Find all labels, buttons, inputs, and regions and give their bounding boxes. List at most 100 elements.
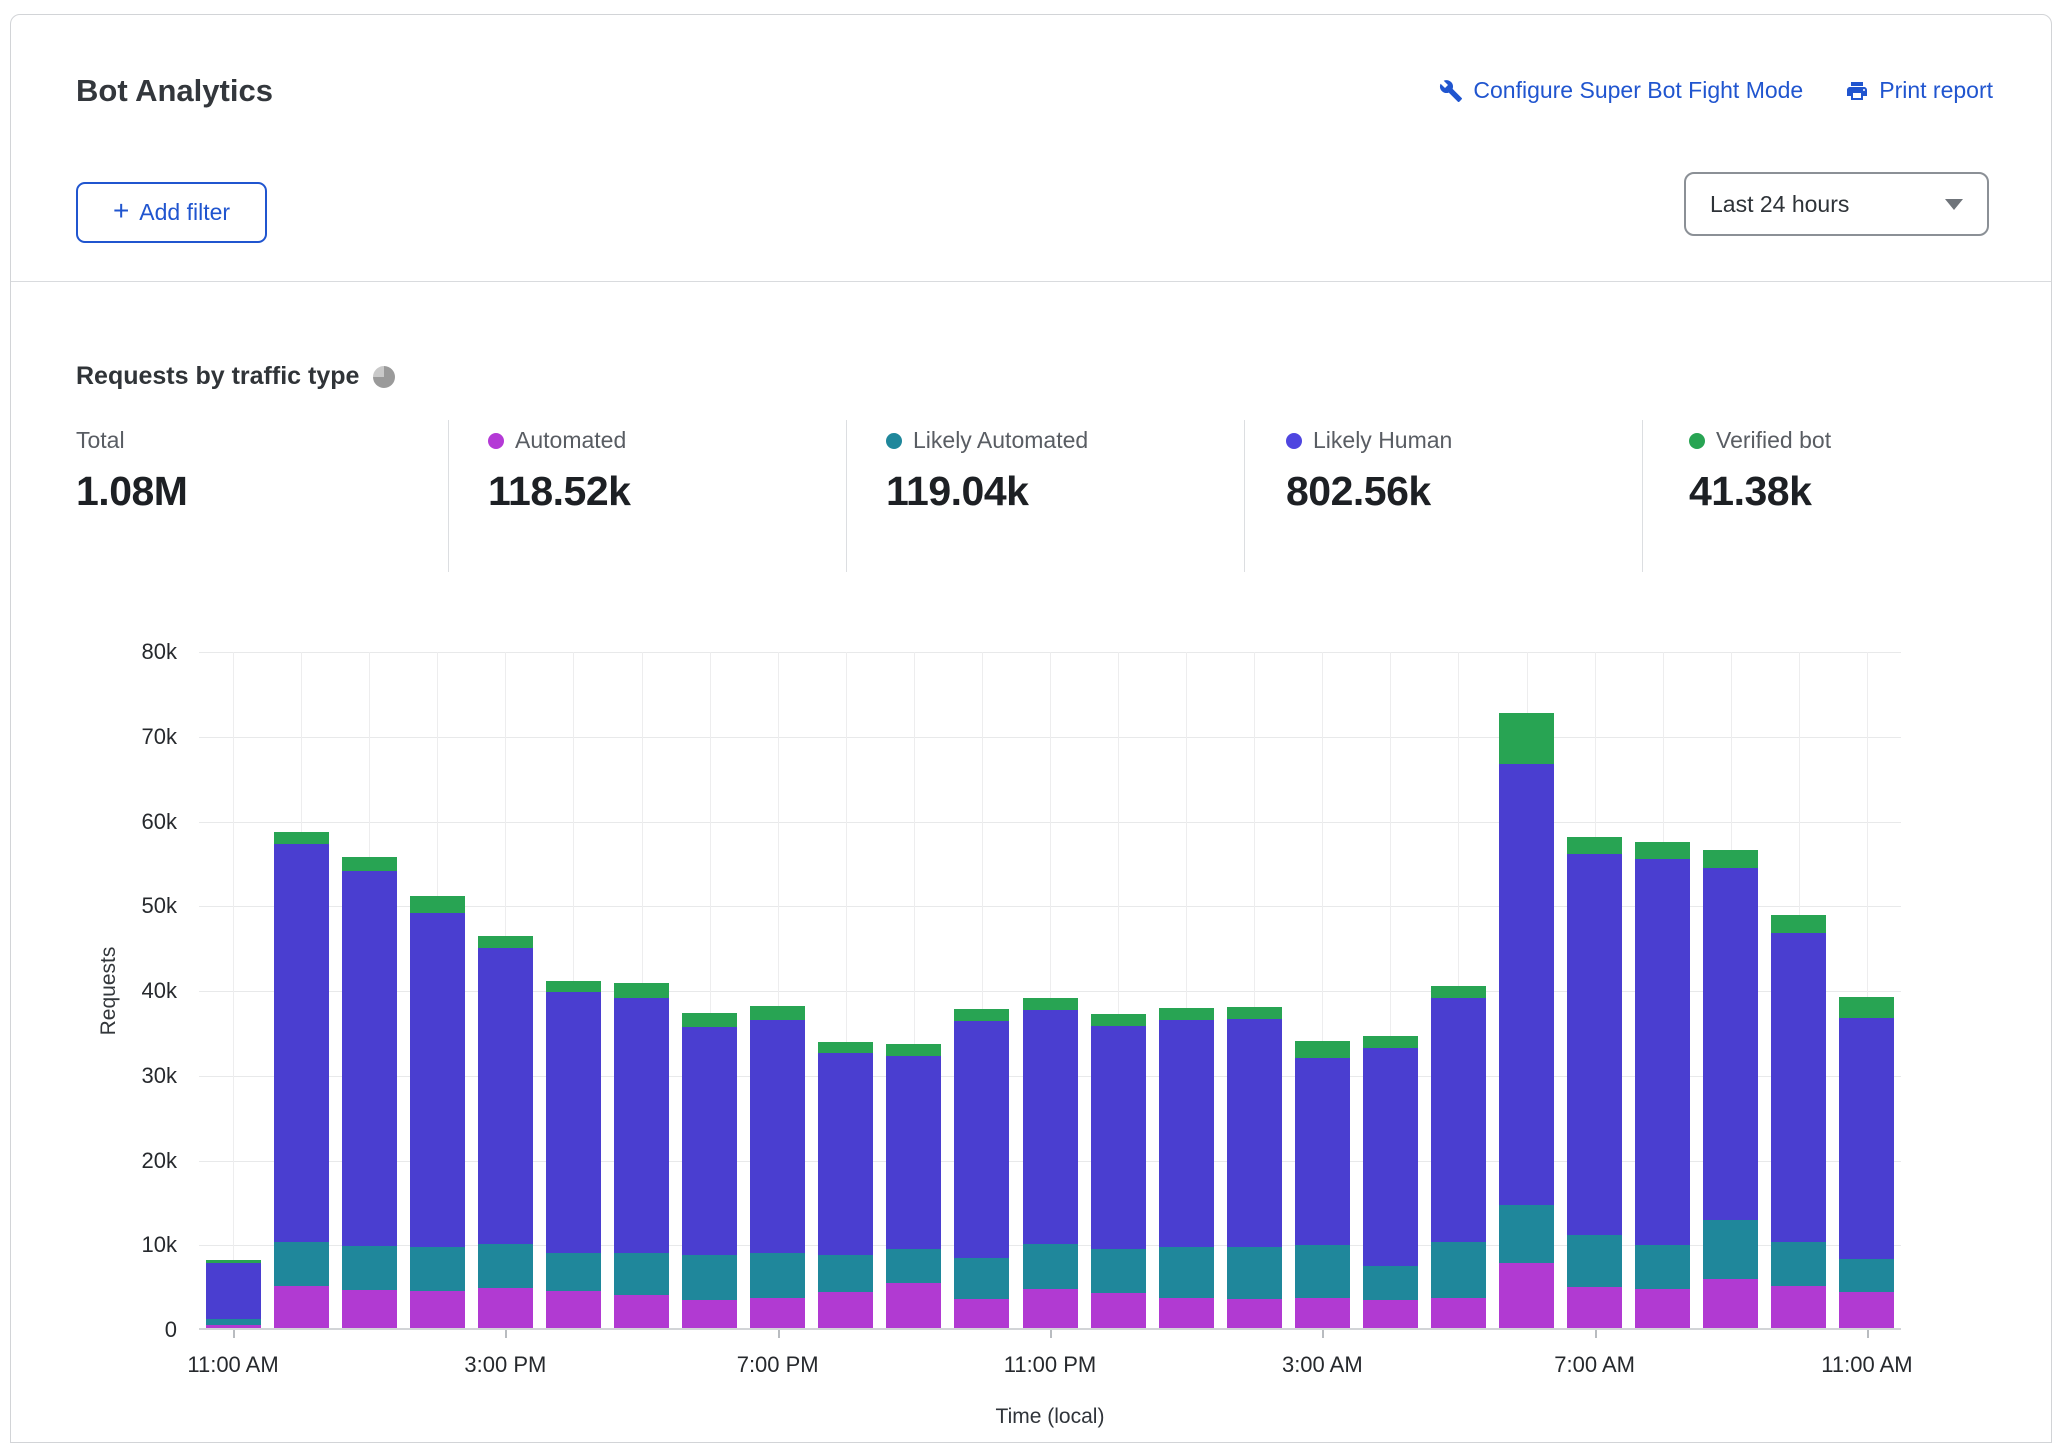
header-divider (11, 281, 2051, 282)
page-title: Bot Analytics (76, 73, 273, 108)
bar-segment-automated (1090, 1293, 1146, 1328)
bar-segment-likely-automated (1090, 1249, 1146, 1294)
bar-segment-automated (682, 1300, 738, 1328)
bar-segment-verified-bot (1294, 1040, 1350, 1058)
legend-dot-likely-automated (886, 432, 902, 449)
configure-super-bot-fight-mode-link[interactable]: Configure Super Bot Fight Mode (1439, 77, 1803, 104)
bar-segment-likely-automated (1703, 1220, 1759, 1279)
bar-segment-likely-automated (409, 1246, 465, 1291)
printer-icon (1845, 79, 1869, 103)
print-report-link[interactable]: Print report (1845, 77, 1993, 104)
bar-segment-likely-automated (954, 1257, 1010, 1300)
bar-segment-likely-automated (750, 1252, 806, 1298)
y-tick-label: 50k (141, 893, 177, 919)
bar-hour-21 (1635, 841, 1691, 1328)
bar-segment-automated (614, 1294, 670, 1328)
bar-segment-automated (818, 1292, 874, 1328)
bar-hour-24 (1839, 996, 1895, 1328)
bar-segment-likely-human (1158, 1019, 1214, 1247)
bar-segment-likely-human (1635, 859, 1691, 1245)
y-tick-label: 60k (141, 808, 177, 834)
bar-hour-11 (954, 1009, 1010, 1328)
bar-segment-verified-bot (1090, 1014, 1146, 1027)
bar-segment-likely-human (477, 948, 533, 1245)
bar-segment-automated (1022, 1289, 1078, 1328)
bar-segment-verified-bot (750, 1005, 806, 1021)
section-title-row: Requests by traffic type (76, 362, 396, 391)
y-tick-label: 0 (164, 1317, 177, 1342)
bar-segment-likely-human (409, 912, 465, 1247)
bar-hour-1 (273, 832, 329, 1328)
stat-likely-human-value: 802.56k (1286, 468, 1431, 514)
x-tick-mark (505, 1330, 508, 1338)
stat-divider (448, 420, 449, 572)
bar-segment-automated (477, 1288, 533, 1328)
bar-hour-16 (1294, 1040, 1350, 1328)
x-tick-label: 11:00 PM (1003, 1352, 1097, 1377)
add-filter-label: Add filter (139, 199, 231, 225)
y-tick-label: 80k (141, 639, 177, 664)
stat-total: Total 1.08M (76, 427, 188, 515)
bar-segment-likely-automated (1635, 1244, 1691, 1290)
bar-segment-likely-automated (614, 1252, 670, 1295)
x-tick-mark (1322, 1330, 1325, 1338)
bar-segment-likely-human (1703, 867, 1759, 1221)
bar-segment-verified-bot (1839, 996, 1895, 1018)
x-tick-mark (1050, 1330, 1052, 1338)
configure-link-label: Configure Super Bot Fight Mode (1473, 77, 1804, 103)
bar-segment-automated (1839, 1292, 1895, 1328)
stat-total-value: 1.08M (76, 468, 188, 514)
bar-segment-likely-human (1839, 1017, 1895, 1259)
bar-segment-likely-automated (1022, 1244, 1078, 1290)
y-tick-label: 70k (141, 723, 177, 749)
stat-verified-bot-label: Verified bot (1716, 427, 1832, 453)
x-tick-label: 7:00 AM (1554, 1352, 1635, 1377)
bar-segment-verified-bot (954, 1009, 1010, 1022)
bar-segment-likely-human (1022, 1010, 1078, 1245)
bar-segment-likely-automated (1771, 1242, 1827, 1286)
bar-segment-likely-human (545, 992, 601, 1254)
bar-segment-likely-human (954, 1021, 1010, 1258)
time-range-select[interactable]: Last 24 hours (1684, 172, 1989, 236)
bar-segment-automated (1158, 1298, 1214, 1328)
plot-area (199, 652, 1901, 1338)
bar-segment-likely-human (273, 844, 329, 1243)
print-link-label: Print report (1879, 77, 1993, 103)
bar-segment-verified-bot (1226, 1006, 1282, 1019)
bar-segment-likely-automated (1226, 1246, 1282, 1300)
bar-segment-likely-automated (1839, 1258, 1895, 1293)
bar-hour-22 (1703, 850, 1759, 1328)
bar-segment-automated (409, 1290, 465, 1328)
bar-segment-verified-bot (818, 1041, 874, 1053)
chevron-down-icon (1945, 198, 1963, 210)
bar-segment-likely-human (614, 998, 670, 1253)
bar-hour-10 (886, 1044, 942, 1328)
bar-segment-likely-human (886, 1055, 942, 1250)
bar-hour-3 (409, 895, 465, 1328)
x-tick-label: 11:00 AM (1821, 1352, 1913, 1377)
bar-segment-automated (1362, 1300, 1418, 1328)
bar-segment-likely-human (1294, 1057, 1350, 1245)
bar-segment-likely-automated (1499, 1205, 1555, 1263)
bar-segment-verified-bot (477, 935, 533, 949)
bar-segment-likely-automated (886, 1249, 942, 1284)
bar-segment-automated (750, 1297, 806, 1328)
add-filter-button[interactable]: + Add filter (76, 182, 267, 243)
section-title: Requests by traffic type (76, 362, 360, 390)
y-tick-label: 20k (141, 1147, 177, 1173)
bar-hour-17 (1362, 1035, 1418, 1328)
bar-segment-likely-automated (477, 1244, 533, 1289)
bar-segment-automated (205, 1324, 261, 1328)
bar-segment-likely-automated (1158, 1246, 1214, 1299)
bar-segment-verified-bot (1022, 998, 1078, 1011)
bar-segment-likely-human (1430, 997, 1486, 1243)
bar-segment-verified-bot (1362, 1035, 1418, 1048)
bar-hour-7 (682, 1012, 738, 1328)
plus-icon: + (112, 195, 130, 226)
bar-hour-8 (750, 1005, 806, 1328)
bar-hour-18 (1430, 985, 1486, 1328)
bar-segment-likely-automated (1294, 1244, 1350, 1299)
bar-segment-automated (1703, 1278, 1759, 1328)
bar-segment-likely-automated (682, 1255, 738, 1301)
bar-hour-15 (1226, 1006, 1282, 1328)
